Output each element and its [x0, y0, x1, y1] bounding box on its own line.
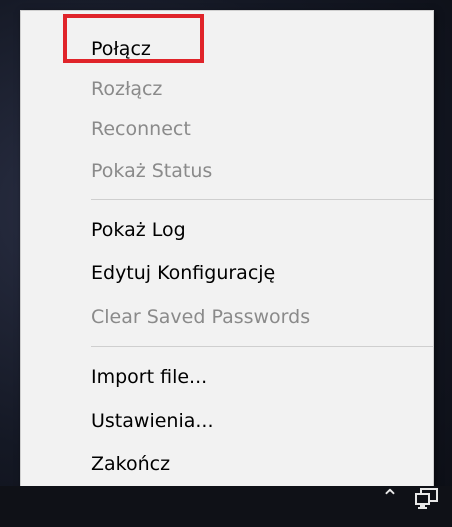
menu-item-import-file[interactable]: Import file...: [21, 357, 433, 397]
menu-item-connect[interactable]: Połącz: [21, 29, 433, 69]
menu-item-edit-config[interactable]: Edytuj Konfigurację: [21, 253, 433, 293]
menu-item-clear-passwords: Clear Saved Passwords: [91, 306, 311, 328]
menu-item-show-status: Pokaż Status: [91, 160, 213, 182]
tray-context-menu: Połącz Rozłącz Reconnect Pokaż Status Po…: [20, 10, 434, 489]
chevron-up-icon[interactable]: ⌃: [378, 487, 402, 511]
menu-item-settings[interactable]: Ustawienia...: [21, 401, 433, 441]
menu-item-disconnect: Rozłącz: [91, 78, 163, 100]
menu-item-reconnect: Reconnect: [91, 118, 191, 140]
menu-separator: [91, 346, 433, 347]
menu-item-show-log[interactable]: Pokaż Log: [21, 210, 433, 250]
network-icon[interactable]: [414, 486, 442, 512]
menu-separator: [91, 199, 433, 200]
menu-item-exit[interactable]: Zakończ: [21, 444, 433, 484]
